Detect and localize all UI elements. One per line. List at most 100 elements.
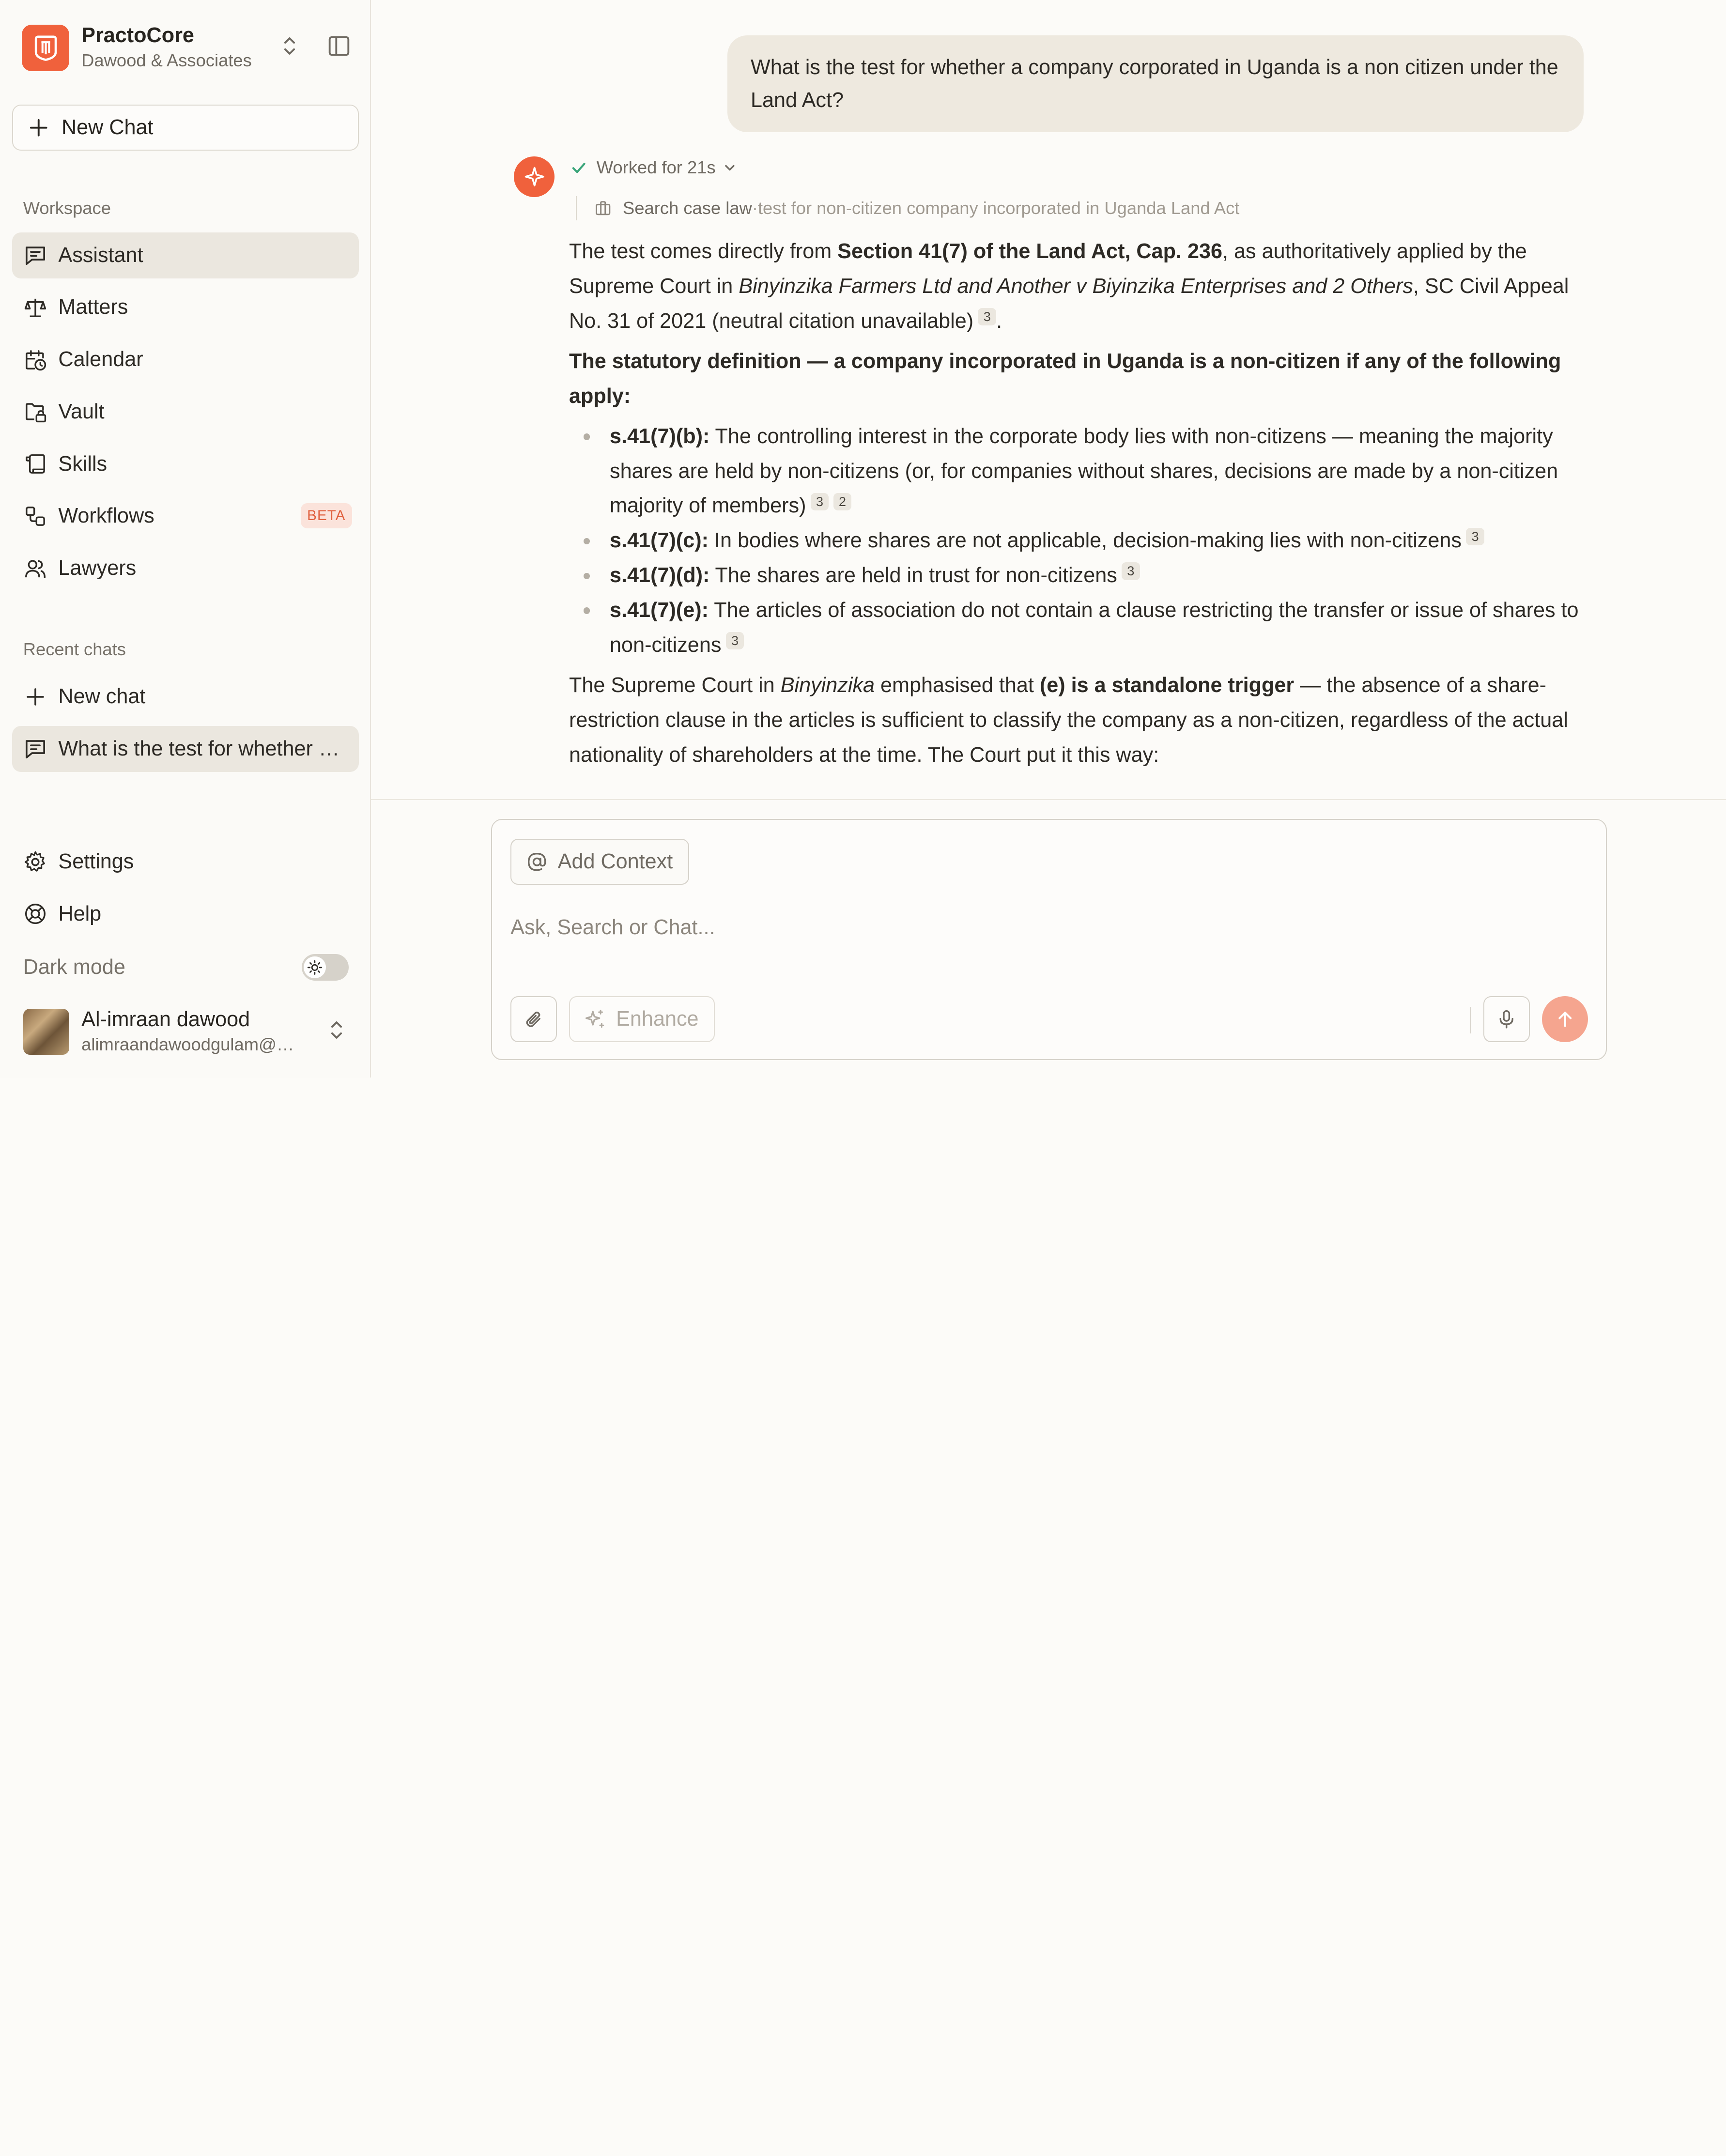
plus-icon: [30, 119, 47, 137]
avatar: [23, 1008, 70, 1055]
enhance-button[interactable]: Enhance: [569, 996, 715, 1042]
microphone-icon: [1499, 1010, 1514, 1028]
new-chat-button[interactable]: New Chat: [12, 104, 359, 151]
dark-mode-label: Dark mode: [23, 955, 125, 979]
citation-badge[interactable]: 3: [810, 493, 829, 511]
voice-input-button[interactable]: [1483, 996, 1530, 1042]
answer-text: .: [996, 309, 1002, 333]
worked-label: Worked for 21s: [596, 157, 716, 177]
sidebar-item-skills[interactable]: Skills: [12, 441, 359, 487]
list-item: s.41(7)(b): The controlling interest in …: [569, 419, 1587, 524]
workspace-nav: Assistant Matters Calendar Vault Skills …: [12, 232, 359, 598]
sidebar-item-label: Lawyers: [58, 556, 137, 580]
sidebar-item-label: Vault: [58, 400, 105, 423]
workflow-icon: [25, 506, 45, 526]
sidebar-item-label: Skills: [58, 452, 108, 476]
worked-status-toggle[interactable]: Worked for 21s: [570, 157, 738, 178]
add-context-label: Add Context: [557, 849, 673, 873]
app-root: PractoCore Dawood & Associates New Chat …: [0, 0, 1726, 1078]
user-menu[interactable]: Al-imraan dawood alimraandawoodgulam@gma…: [23, 1007, 354, 1057]
sidebar-item-vault[interactable]: Vault: [12, 389, 359, 435]
check-icon: [572, 162, 586, 173]
app-logo: [22, 25, 70, 71]
citation-badge[interactable]: 3: [725, 632, 744, 650]
message-square-icon: [25, 246, 45, 265]
org-switcher[interactable]: PractoCore Dawood & Associates: [22, 23, 252, 73]
list-item-key: s.41(7)(d):: [610, 564, 710, 587]
sidebar-item-settings[interactable]: Settings: [12, 839, 359, 885]
sidebar-item-matters[interactable]: Matters: [12, 284, 359, 330]
list-item-key: s.41(7)(b):: [610, 424, 710, 448]
toolbar-divider: [1470, 1007, 1472, 1033]
recent-new-chat-label: New chat: [58, 685, 146, 708]
workspace-label: Workspace: [23, 198, 111, 218]
list-item-text: The controlling interest in the corporat…: [610, 424, 1558, 518]
list-item-text: The shares are held in trust for non-cit…: [709, 564, 1117, 587]
assistant-answer: The test comes directly from Section 41(…: [569, 234, 1587, 778]
sidebar-toggle-icon[interactable]: [327, 34, 351, 58]
recent-new-chat[interactable]: New chat: [12, 674, 359, 720]
tool-call-step: Search case law · test for non-citizen c…: [575, 196, 1239, 220]
new-chat-label: New Chat: [61, 116, 154, 139]
chevron-down-icon: [725, 165, 735, 171]
chat-main: What is the test for whether a company c…: [370, 0, 1726, 1078]
chat-composer: Add Context Enhance: [491, 818, 1607, 1060]
sidebar-item-lawyers[interactable]: Lawyers: [12, 545, 359, 591]
user-name: Al-imraan dawood: [81, 1007, 250, 1031]
footer-nav: Settings Help: [12, 839, 359, 943]
chevrons-up-down-icon[interactable]: [277, 34, 302, 58]
answer-heading-text: The statutory definition — a company inc…: [569, 349, 1561, 408]
answer-text: The Supreme Court in: [569, 673, 781, 697]
sidebar-item-label: Matters: [58, 295, 128, 319]
at-sign-icon: [527, 852, 546, 871]
sparkle-icon: [524, 167, 544, 186]
answer-list: s.41(7)(b): The controlling interest in …: [569, 419, 1587, 663]
sparkles-icon: [586, 1009, 604, 1028]
list-item-key: s.41(7)(c):: [610, 529, 709, 553]
sidebar-item-calendar[interactable]: Calendar: [12, 337, 359, 383]
chevrons-up-down-icon[interactable]: [324, 1018, 349, 1042]
dark-mode-toggle[interactable]: [301, 954, 349, 981]
citation-badge[interactable]: 3: [1121, 562, 1140, 580]
citation-badge[interactable]: 3: [978, 308, 997, 326]
answer-text: emphasised that: [875, 673, 1040, 697]
gear-icon: [24, 851, 45, 872]
scroll-icon: [25, 454, 45, 474]
answer-text: The test comes directly from: [569, 240, 838, 263]
chat-input[interactable]: [510, 910, 1568, 945]
message-square-icon: [25, 740, 45, 759]
send-button[interactable]: [1541, 996, 1588, 1042]
sun-icon: [304, 956, 326, 979]
lifebuoy-icon: [25, 904, 46, 924]
plus-icon: [26, 688, 44, 706]
attach-button[interactable]: [510, 996, 557, 1042]
settings-label: Settings: [58, 850, 134, 874]
sidebar-item-label: Assistant: [58, 243, 143, 267]
assistant-avatar: [514, 156, 555, 197]
org-name: Dawood & Associates: [81, 50, 252, 70]
list-item-text: In bodies where shares are not applicabl…: [708, 529, 1462, 553]
add-context-button[interactable]: Add Context: [510, 838, 690, 885]
citation-badge[interactable]: 3: [1466, 527, 1484, 546]
briefcase-icon: [596, 201, 611, 216]
calendar-clock-icon: [25, 350, 46, 370]
citation-badge[interactable]: 2: [833, 493, 852, 511]
case-name: Binyinzika: [780, 673, 875, 697]
sidebar-item-workflows[interactable]: Workflows BETA: [12, 493, 359, 539]
answer-bold: Section 41(7) of the Land Act, Cap. 236: [837, 240, 1223, 263]
app-name: PractoCore: [81, 23, 194, 47]
enhance-label: Enhance: [616, 1007, 699, 1031]
sidebar-item-label: Calendar: [58, 348, 143, 371]
arrow-up-icon: [1558, 1011, 1572, 1027]
sidebar-item-help[interactable]: Help: [12, 891, 359, 937]
recent-chat-item[interactable]: What is the test for whether a company c…: [12, 725, 359, 772]
user-message: What is the test for whether a company c…: [727, 35, 1584, 132]
user-email: alimraandawoodgulam@gmail.com: [81, 1034, 302, 1054]
answer-bold: (e) is a standalone trigger: [1039, 673, 1294, 697]
answer-paragraph: The test comes directly from Section 41(…: [569, 234, 1587, 339]
tool-separator: ·: [752, 198, 758, 218]
list-item: s.41(7)(e): The articles of association …: [569, 593, 1587, 663]
dark-mode-row: Dark mode: [23, 953, 349, 982]
pillar-icon: [34, 35, 57, 62]
sidebar-item-assistant[interactable]: Assistant: [12, 232, 359, 278]
